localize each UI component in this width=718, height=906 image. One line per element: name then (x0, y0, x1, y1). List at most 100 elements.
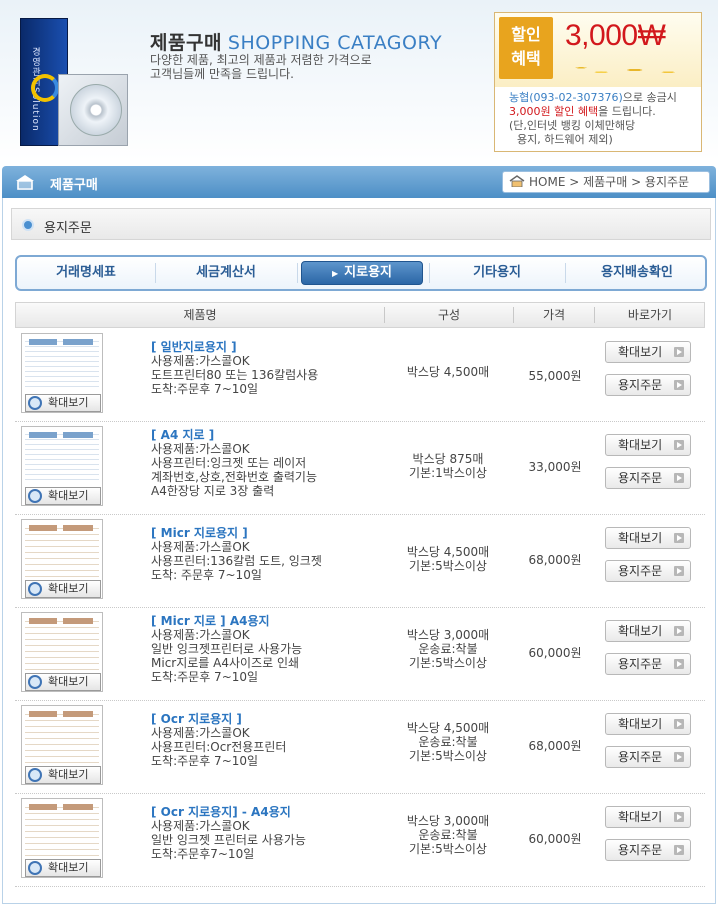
play-arrow-icon (674, 845, 684, 855)
thumbnail-zoom-button[interactable]: 확대보기 (25, 859, 101, 877)
magnifier-icon (28, 489, 42, 503)
discount-benefit: 3,000원 할인 혜택 (509, 105, 599, 118)
main-content: 용지주문 거래명세표 세금계산서 ▶ 지로용지 기타용지 용지배송확인 제품명 구성 가격… (2, 198, 716, 904)
play-arrow-icon (674, 566, 684, 576)
section-title: 용지주문 (44, 221, 92, 236)
product-description: 사용제품:가스콜OK 사용프린터:잉크젯 또는 레이저 계좌번호,상호,전화번호 출… (151, 442, 318, 498)
product-spec: 박스당 875매 기본:1박스이상 (409, 452, 487, 480)
paper-order-button[interactable]: 용지주문 (605, 746, 691, 768)
thumbnail-zoom-button[interactable]: 확대보기 (25, 394, 101, 412)
zoom-view-button[interactable]: 확대보기 (605, 806, 691, 828)
paper-order-button[interactable]: 용지주문 (605, 653, 691, 675)
play-arrow-icon (674, 719, 684, 729)
product-thumbnail[interactable]: 확대보기 (21, 426, 103, 506)
product-price: 60,000원 (528, 646, 582, 660)
product-box-image: 경영관리Solution (16, 12, 136, 150)
promo-text: 농협(093-02-307376)으로 송금시 3,000원 할인 혜택을 드립… (509, 91, 677, 146)
shop-icon (16, 175, 34, 190)
thumbnail-zoom-button[interactable]: 확대보기 (25, 580, 101, 598)
col-header-shortcut: 바로가기 (627, 308, 673, 322)
product-name[interactable]: [ Micr 지로 ] A4용지 (151, 612, 270, 629)
discount-promo: 할인 혜택 3,000₩ 농협(093-02-307376)으로 송금시 3,00… (494, 12, 702, 152)
product-price: 33,000원 (528, 460, 582, 474)
play-arrow-icon (674, 533, 684, 543)
product-price: 68,000원 (528, 553, 582, 567)
product-name[interactable]: [ 일반지로용지 ] (151, 338, 237, 355)
product-spec: 박스당 4,500매 운송료:착불 기본:5박스이상 (406, 721, 490, 763)
play-arrow-icon (674, 626, 684, 636)
product-description: 사용제품:가스콜OK 사용프린터:136칼럼 도트, 잉크젯 도착: 주문후 7~1… (151, 540, 322, 582)
discount-tag: 할인 혜택 (499, 17, 553, 79)
solution-logo-icon (31, 74, 59, 102)
table-header: 제품명 구성 가격 바로가기 (15, 302, 705, 328)
product-thumbnail[interactable]: 확대보기 (21, 798, 103, 878)
zoom-view-button[interactable]: 확대보기 (605, 341, 691, 363)
category-tabs: 거래명세표 세금계산서 ▶ 지로용지 기타용지 용지배송확인 (15, 255, 707, 291)
table-row: 확대보기 [ Micr 지로용지 ] 사용제품:가스콜OK 사용프린터:136칼럼 도… (15, 515, 705, 608)
banner-desc-line: 고객님들께 만족을 드립니다. (150, 67, 294, 81)
paper-order-button[interactable]: 용지주문 (605, 467, 691, 489)
product-name[interactable]: [ A4 지로 ] (151, 426, 214, 443)
product-spec: 박스당 3,000매 운송료:착불 기본:5박스이상 (406, 628, 490, 670)
paper-order-button[interactable]: 용지주문 (605, 839, 691, 861)
zoom-view-button[interactable]: 확대보기 (605, 620, 691, 642)
table-row: 확대보기 [ A4 지로 ] 사용제품:가스콜OK 사용프린터:잉크젯 또는 레이저 계… (15, 422, 705, 515)
banner-title-en: SHOPPING CATAGORY (227, 32, 443, 54)
tab-5[interactable]: 용지배송확인 (565, 257, 709, 289)
top-banner: 경영관리Solution 제품구매 SHOPPING CATAGORY 다양한 제… (0, 0, 718, 160)
tab-1[interactable]: 거래명세표 (17, 257, 155, 289)
zoom-view-button[interactable]: 확대보기 (605, 434, 691, 456)
paper-order-button[interactable]: 용지주문 (605, 560, 691, 582)
page-title: 제품구매 (50, 178, 98, 193)
play-arrow-icon (674, 380, 684, 390)
cd-icon (70, 84, 122, 136)
play-arrow-icon (674, 659, 684, 669)
product-name[interactable]: [ Ocr 지로용지 ] (151, 710, 242, 727)
thumbnail-zoom-button[interactable]: 확대보기 (25, 487, 101, 505)
table-row: 확대보기 [ Micr 지로 ] A4용지 사용제품:가스콜OK 일반 잉크젯프린터로… (15, 608, 705, 701)
product-name[interactable]: [ Ocr 지로용지] - A4용지 (151, 803, 291, 820)
coins-icon (561, 59, 695, 81)
product-price: 60,000원 (528, 832, 582, 846)
table-row: 확대보기 [ Ocr 지로용지] - A4용지 사용제품:가스콜OK 일반 잉크젯 프… (15, 794, 705, 887)
play-arrow-icon (674, 440, 684, 450)
product-description: 사용제품:가스콜OK 도트프린터80 또는 136칼럼사용 도착:주문후 7~10일 (151, 354, 319, 396)
magnifier-icon (28, 768, 42, 782)
section-header: 용지주문 (11, 208, 711, 240)
tab-4[interactable]: 기타용지 (429, 257, 565, 289)
zoom-view-button[interactable]: 확대보기 (605, 713, 691, 735)
col-header-price: 가격 (542, 308, 566, 322)
magnifier-icon (28, 675, 42, 689)
product-thumbnail[interactable]: 확대보기 (21, 705, 103, 785)
product-spec: 박스당 4,500매 (406, 365, 490, 379)
zoom-view-button[interactable]: 확대보기 (605, 527, 691, 549)
home-icon[interactable] (509, 175, 525, 187)
product-thumbnail[interactable]: 확대보기 (21, 612, 103, 692)
play-arrow-icon (674, 347, 684, 357)
play-arrow-icon (674, 752, 684, 762)
product-thumbnail[interactable]: 확대보기 (21, 333, 103, 413)
tab-2[interactable]: 세금계산서 (155, 257, 297, 289)
thumbnail-zoom-button[interactable]: 확대보기 (25, 673, 101, 691)
tab-arrow-icon: ▶ (332, 269, 339, 278)
play-arrow-icon (674, 473, 684, 483)
table-row: 확대보기 [ 일반지로용지 ] 사용제품:가스콜OK 도트프린터80 또는 136칼럼… (15, 329, 705, 422)
product-description: 사용제품:가스콜OK 사용프린터:Ocr전용프린터 도착:주문후 7~10일 (151, 726, 287, 768)
paper-order-button[interactable]: 용지주문 (605, 374, 691, 396)
magnifier-icon (28, 861, 42, 875)
product-spec: 박스당 3,000매 운송료:착불 기본:5박스이상 (406, 814, 490, 856)
discount-amount: 3,000₩ (565, 19, 666, 52)
product-name[interactable]: [ Micr 지로용지 ] (151, 524, 248, 541)
breadcrumb-text: HOME > 제품구매 > 용지주문 (529, 175, 690, 189)
thumbnail-zoom-button[interactable]: 확대보기 (25, 766, 101, 784)
tab-3[interactable]: ▶ 지로용지 (301, 261, 423, 285)
banner-title-kr: 제품구매 (150, 32, 222, 54)
product-thumbnail[interactable]: 확대보기 (21, 519, 103, 599)
bullet-icon (22, 219, 34, 231)
banner-desc-line: 다양한 제품, 최고의 제품과 저렴한 가격으로 (150, 53, 372, 67)
page-title-bar: 제품구매 HOME > 제품구매 > 용지주문 (2, 166, 716, 198)
breadcrumb[interactable]: HOME > 제품구매 > 용지주문 (502, 171, 710, 193)
banner-title: 제품구매 SHOPPING CATAGORY (150, 28, 442, 55)
magnifier-icon (28, 396, 42, 410)
banner-description: 다양한 제품, 최고의 제품과 저렴한 가격으로 고객님들께 만족을 드립니다. (150, 53, 430, 81)
